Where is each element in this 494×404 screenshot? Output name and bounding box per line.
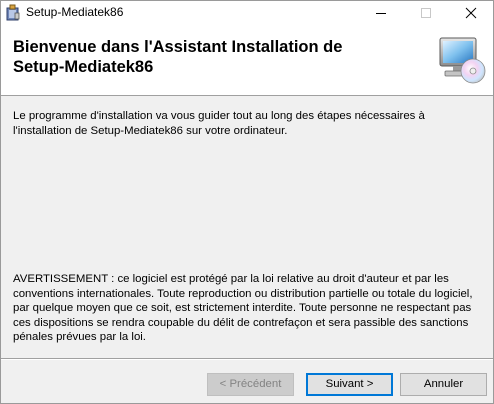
intro-text: Le programme d'installation va vous guid… [13, 110, 425, 137]
close-button[interactable] [449, 1, 493, 25]
page-title-line-1: Bienvenue dans l'Assistant Installation … [13, 38, 343, 56]
wizard-header: Bienvenue dans l'Assistant Installation … [1, 25, 493, 96]
installer-box-icon [5, 4, 21, 21]
previous-button[interactable]: < Précédent [207, 373, 294, 396]
maximize-icon [421, 8, 431, 18]
computer-cd-icon [435, 33, 487, 85]
maximize-button[interactable] [404, 1, 448, 25]
page-title: Bienvenue dans l'Assistant Installation … [13, 37, 393, 77]
next-button[interactable]: Suivant > [306, 373, 393, 396]
copyright-warning-text: AVERTISSEMENT : ce logiciel est protégé … [13, 273, 473, 343]
setup-wizard-window: Setup-Mediatek86 Bienvenue dans l'Assist… [0, 0, 494, 404]
page-title-line-2: Setup-Mediatek86 [13, 58, 154, 76]
close-icon [465, 7, 477, 19]
title-bar[interactable]: Setup-Mediatek86 [1, 1, 493, 25]
separator [1, 358, 493, 360]
minimize-button[interactable] [359, 1, 403, 25]
minimize-icon [376, 13, 386, 14]
window-title: Setup-Mediatek86 [26, 5, 124, 19]
cancel-button[interactable]: Annuler [400, 373, 487, 396]
